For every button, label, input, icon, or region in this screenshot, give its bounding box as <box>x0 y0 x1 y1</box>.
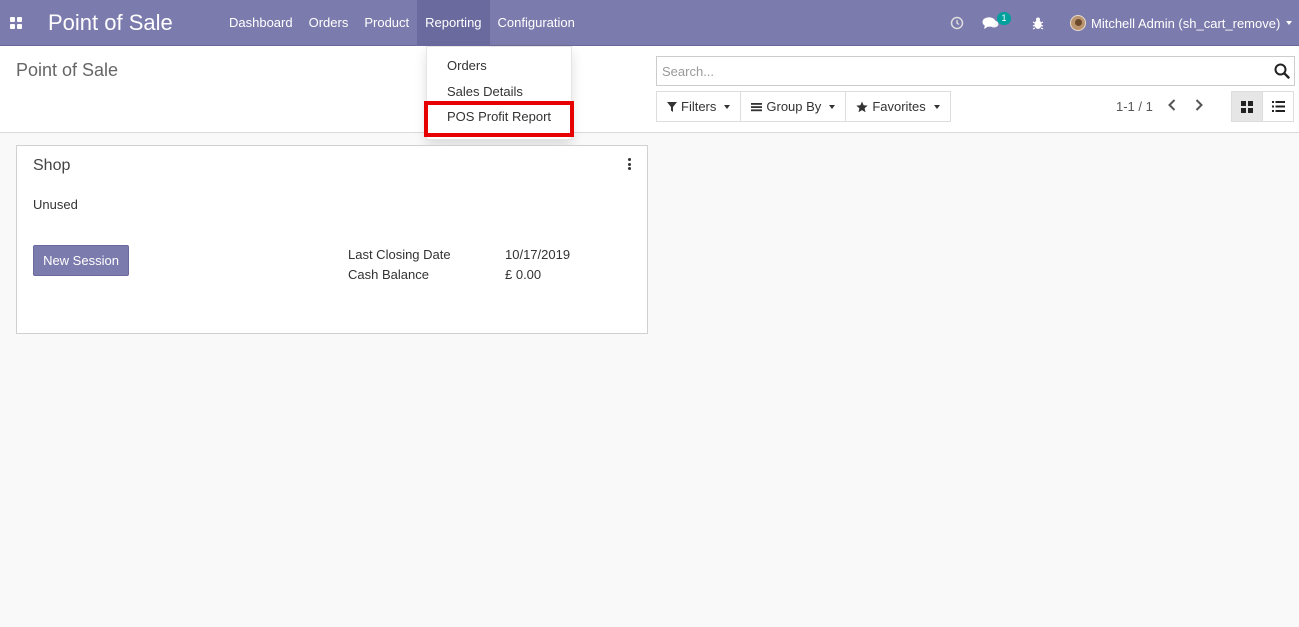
apps-menu-icon[interactable] <box>10 17 22 29</box>
main-menu: Dashboard Orders Product Reporting Confi… <box>221 0 583 46</box>
menu-product[interactable]: Product <box>356 0 417 46</box>
card-title: Shop <box>33 157 71 174</box>
breadcrumb: Point of Sale <box>16 60 119 80</box>
new-session-button[interactable]: New Session <box>33 245 129 276</box>
user-avatar <box>1070 15 1086 31</box>
groupby-label: Group By <box>766 99 822 114</box>
last-closing-date-value: 10/17/2019 <box>505 247 571 262</box>
session-status: Unused <box>33 197 78 212</box>
user-name: Mitchell Admin (sh_cart_remove) <box>1091 15 1281 31</box>
favorites-button[interactable]: Favorites <box>845 91 951 122</box>
kanban-view-button[interactable] <box>1231 91 1263 122</box>
filter-icon <box>667 101 677 112</box>
menu-reporting[interactable]: Reporting <box>417 0 490 46</box>
reporting-sales-details-item[interactable]: Sales Details <box>447 84 523 99</box>
pager-value[interactable]: 1-1 / 1 <box>1116 99 1153 114</box>
list-icon <box>1271 101 1285 112</box>
menu-dashboard[interactable]: Dashboard <box>221 0 301 46</box>
chevron-down-icon <box>933 104 940 109</box>
app-brand[interactable]: Point of Sale <box>48 10 173 36</box>
highlight-annotation-box <box>424 101 574 137</box>
chevron-down-icon <box>724 104 731 109</box>
user-menu[interactable]: Mitchell Admin (sh_cart_remove) <box>1070 0 1293 46</box>
top-navbar: Point of Sale Dashboard Orders Product R… <box>0 0 1299 46</box>
cash-balance-label: Cash Balance <box>348 267 429 282</box>
kebab-menu-icon[interactable] <box>628 158 632 170</box>
chevron-left-icon[interactable] <box>1167 98 1177 112</box>
search-options: Filters Group By Favorites <box>656 91 951 122</box>
chat-unread-badge: 1 <box>997 12 1011 25</box>
reporting-orders-item[interactable]: Orders <box>447 58 487 73</box>
messaging-chat-icon[interactable]: 1 <box>982 0 1011 46</box>
search-icon[interactable] <box>1274 63 1290 79</box>
list-view-button[interactable] <box>1262 91 1294 122</box>
search-bar <box>656 56 1295 86</box>
menu-orders[interactable]: Orders <box>301 0 357 46</box>
kanban-grid-icon <box>1241 100 1253 113</box>
menu-configuration[interactable]: Configuration <box>490 0 583 46</box>
cash-balance-value: £ 0.00 <box>505 267 542 282</box>
filters-button[interactable]: Filters <box>656 91 742 122</box>
activity-clock-icon[interactable] <box>950 0 964 46</box>
star-icon <box>856 101 869 112</box>
bars-icon <box>751 102 763 111</box>
search-input[interactable] <box>657 57 1257 85</box>
chevron-down-icon <box>1286 21 1293 25</box>
chevron-right-icon[interactable] <box>1194 98 1204 112</box>
filters-label: Filters <box>681 99 717 114</box>
control-panel: Point of Sale Filters Group By Favorites… <box>0 46 1299 133</box>
chevron-down-icon <box>829 104 836 109</box>
favorites-label: Favorites <box>872 99 926 114</box>
debug-bug-icon[interactable] <box>1032 0 1044 46</box>
groupby-button[interactable]: Group By <box>740 91 847 122</box>
last-closing-date-label: Last Closing Date <box>348 247 451 262</box>
view-switcher <box>1231 91 1294 122</box>
pos-config-card: Shop Unused New Session Last Closing Dat… <box>16 145 648 334</box>
